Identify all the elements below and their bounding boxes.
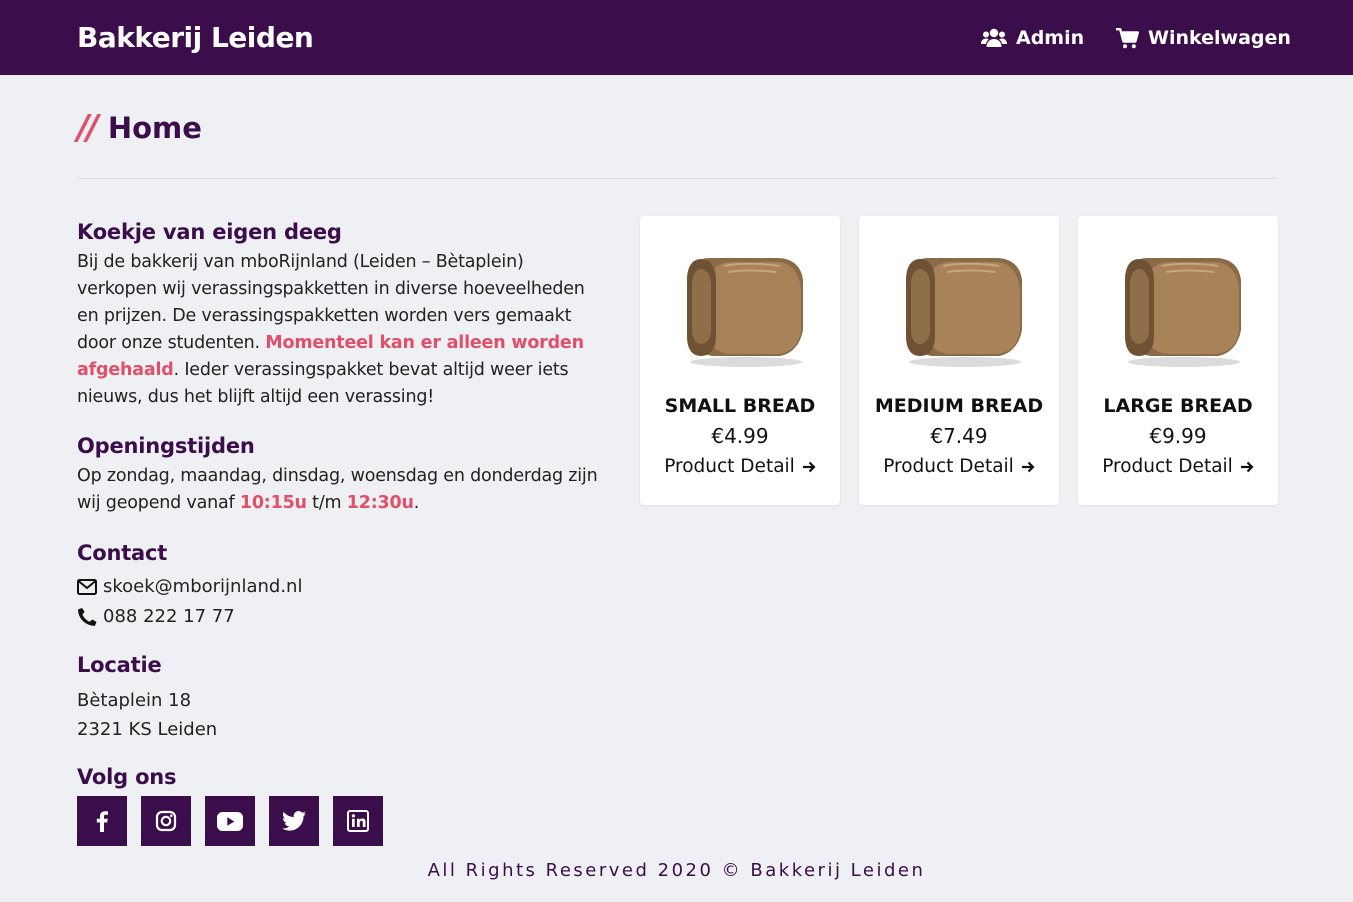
page-title: // Home — [77, 110, 202, 146]
product-list: SMALL BREAD €4.99 Product Detail MEDIUM … — [640, 216, 1278, 505]
product-detail-link[interactable]: Product Detail — [640, 456, 840, 477]
arrow-right-icon — [1021, 461, 1035, 472]
product-detail-label: Product Detail — [883, 456, 1014, 477]
product-detail-label: Product Detail — [1102, 456, 1233, 477]
hours-text-3: . — [413, 493, 420, 513]
location-heading: Locatie — [77, 653, 162, 677]
phone-icon — [78, 608, 97, 626]
hours-text-2: t/m — [306, 493, 347, 513]
phone-row: 088 222 17 77 — [77, 602, 607, 632]
product-name: LARGE BREAD — [1103, 395, 1253, 417]
instagram-icon — [155, 810, 177, 832]
email-link[interactable]: skoek@mborijnland.nl — [103, 572, 302, 602]
page-title-text: Home — [107, 111, 202, 145]
phone-link[interactable]: 088 222 17 77 — [103, 602, 235, 632]
bread-image — [906, 258, 1022, 367]
product-card-small[interactable]: SMALL BREAD €4.99 Product Detail — [640, 216, 840, 505]
product-name: SMALL BREAD — [664, 395, 816, 417]
hours-text: Op zondag, maandag, dinsdag, woensdag en… — [77, 463, 607, 517]
facebook-link[interactable] — [77, 796, 127, 846]
twitter-link[interactable] — [269, 796, 319, 846]
opening-time: 10:15u — [239, 493, 307, 513]
contact-heading: Contact — [77, 541, 168, 565]
product-price: €7.49 — [930, 424, 988, 448]
admin-link[interactable]: Admin — [981, 27, 1084, 49]
brand-link[interactable]: Bakkerij Leiden — [77, 21, 314, 54]
product-name: MEDIUM BREAD — [874, 395, 1044, 417]
social-heading: Volg ons — [77, 765, 177, 789]
divider — [77, 178, 1276, 179]
social-links — [77, 796, 607, 846]
about-text: Bij de bakkerij van mboRijnland (Leiden … — [77, 249, 607, 411]
email-row: skoek@mborijnland.nl — [77, 572, 607, 602]
cart-icon — [1116, 27, 1139, 48]
arrow-right-icon — [802, 461, 816, 472]
product-detail-link[interactable]: Product Detail — [859, 456, 1059, 477]
youtube-link[interactable] — [205, 796, 255, 846]
admin-label: Admin — [1016, 27, 1085, 49]
product-detail-label: Product Detail — [664, 456, 795, 477]
bread-image — [687, 258, 803, 367]
closing-time: 12:30u — [346, 493, 414, 513]
bread-image — [1125, 258, 1241, 367]
product-price: €9.99 — [1149, 424, 1207, 448]
navbar: Bakkerij Leiden Admin Winkelwagen — [0, 0, 1353, 75]
instagram-link[interactable] — [141, 796, 191, 846]
facebook-icon — [96, 811, 108, 832]
product-card-large[interactable]: LARGE BREAD €9.99 Product Detail — [1078, 216, 1278, 505]
youtube-icon — [217, 811, 243, 831]
product-price: €4.99 — [711, 424, 769, 448]
cart-label: Winkelwagen — [1148, 27, 1291, 49]
arrow-right-icon — [1240, 461, 1254, 472]
footer-copyright: All Rights Reserved 2020 © Bakkerij Leid… — [427, 860, 926, 881]
linkedin-icon — [347, 810, 369, 832]
info-column: Koekje van eigen deeg Bij de bakkerij va… — [77, 217, 607, 846]
linkedin-link[interactable] — [333, 796, 383, 846]
about-heading: Koekje van eigen deeg — [77, 220, 342, 244]
title-slashes: // — [77, 108, 99, 148]
product-detail-link[interactable]: Product Detail — [1078, 456, 1278, 477]
product-card-medium[interactable]: MEDIUM BREAD €7.49 Product Detail — [859, 216, 1059, 505]
envelope-icon — [77, 579, 97, 595]
hours-heading: Openingstijden — [77, 434, 255, 458]
address-street: Bètaplein 18 — [77, 690, 192, 711]
users-icon — [981, 28, 1007, 47]
cart-link[interactable]: Winkelwagen — [1116, 27, 1291, 49]
twitter-icon — [282, 811, 306, 831]
address-city: 2321 KS Leiden — [77, 719, 218, 740]
